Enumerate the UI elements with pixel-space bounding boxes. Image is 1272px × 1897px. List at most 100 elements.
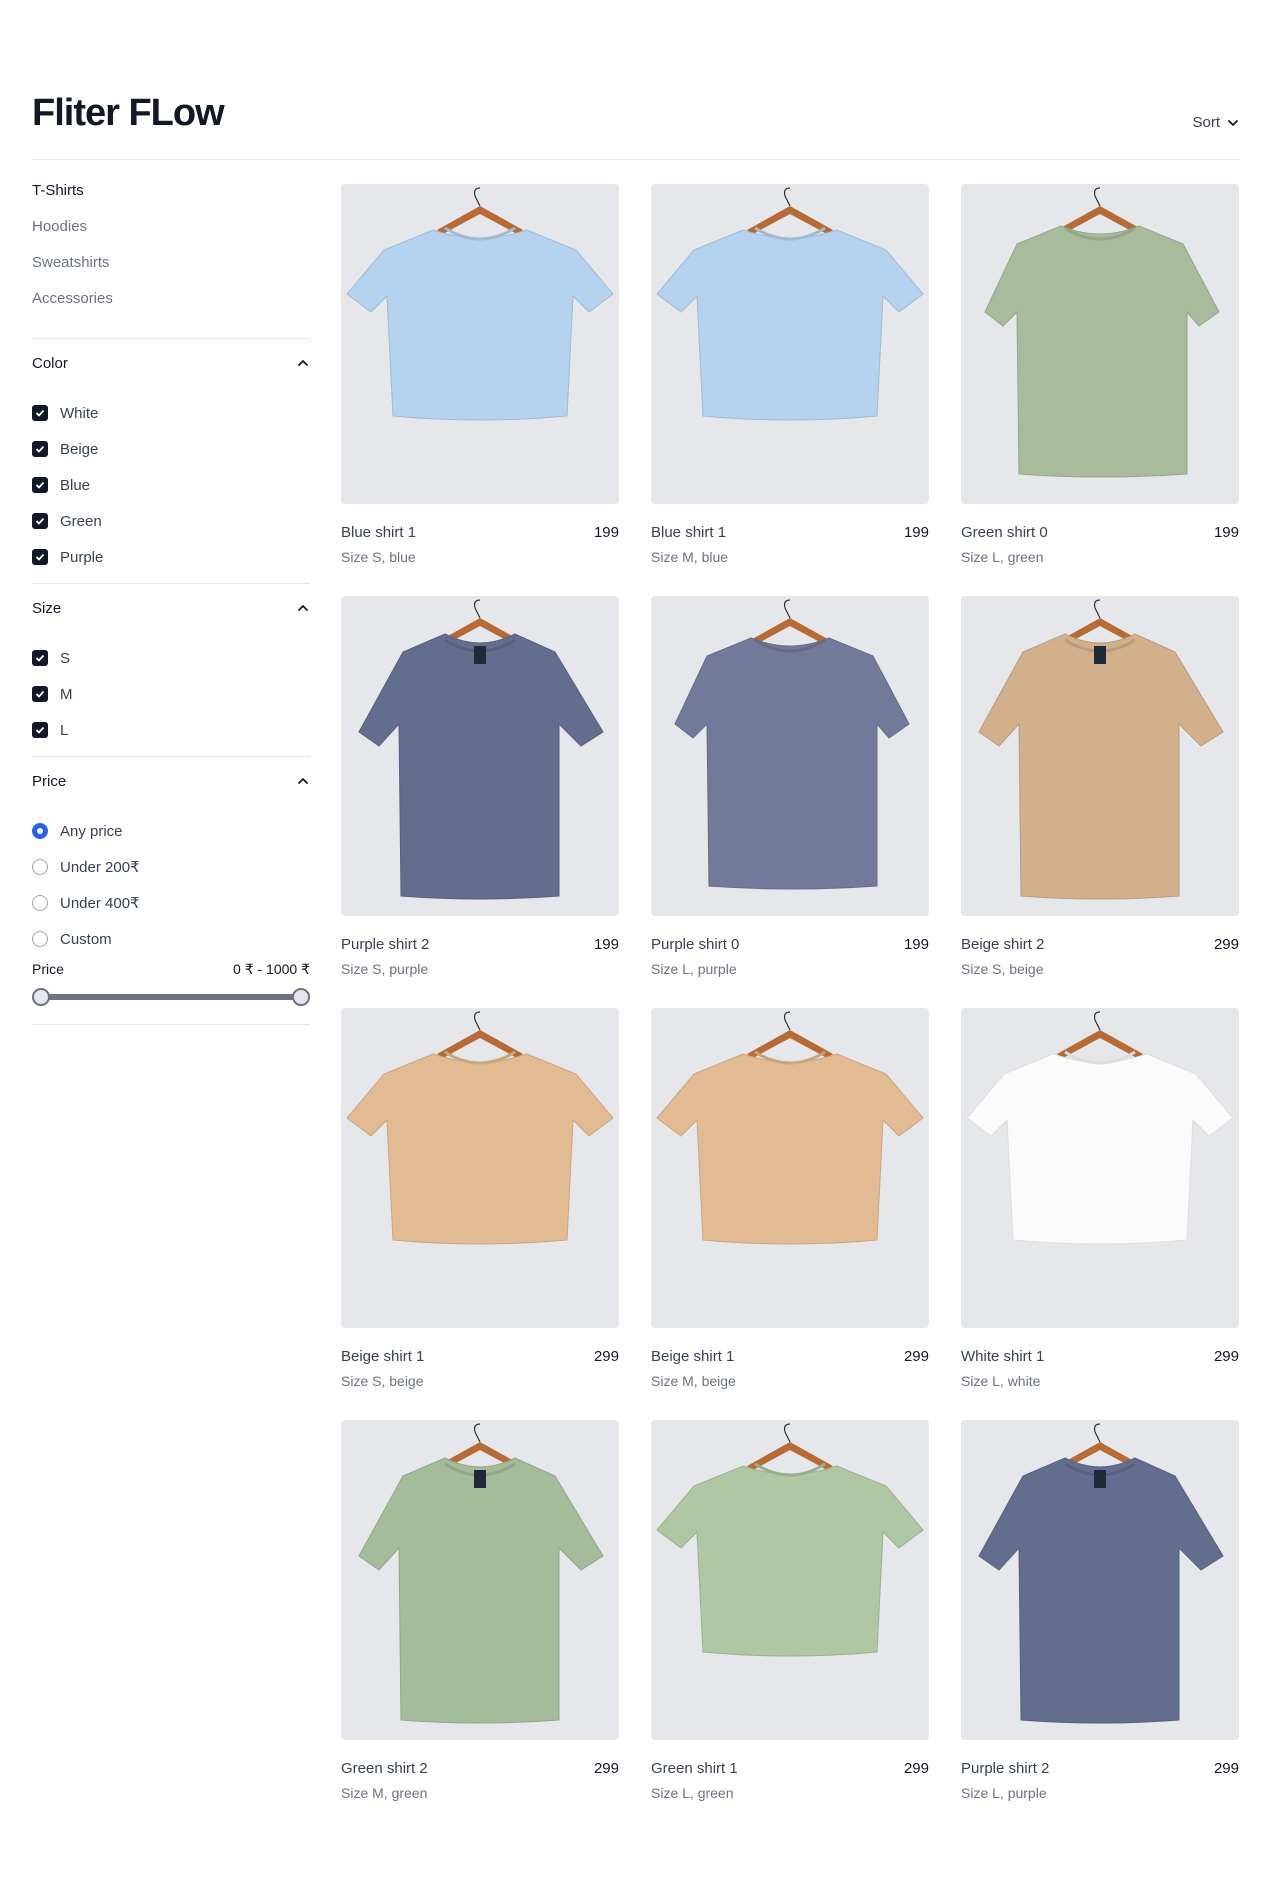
color-option-purple[interactable]: Purple (32, 539, 310, 575)
product-price: 299 (593, 1760, 619, 1777)
product-name[interactable]: Blue shirt 1 (341, 524, 416, 541)
size-option-m[interactable]: M (32, 676, 310, 712)
product-card[interactable]: Green shirt 0 199 Size L, green (961, 184, 1239, 565)
app-title: Fliter FLow (32, 92, 225, 134)
product-price: 299 (593, 1348, 619, 1365)
checkbox-checked-icon[interactable] (32, 405, 48, 421)
product-card[interactable]: White shirt 1 299 Size L, white (961, 1008, 1239, 1389)
product-name[interactable]: Purple shirt 2 (961, 1760, 1049, 1777)
product-image[interactable] (651, 184, 929, 504)
color-option-green[interactable]: Green (32, 503, 310, 539)
checkbox-checked-icon[interactable] (32, 686, 48, 702)
product-price: 199 (903, 936, 929, 953)
product-card[interactable]: Purple shirt 2 299 Size L, purple (961, 1420, 1239, 1801)
product-image[interactable] (961, 1420, 1239, 1740)
product-price: 199 (593, 936, 619, 953)
product-description: Size S, purple (341, 961, 429, 977)
product-image[interactable] (651, 596, 929, 916)
product-name[interactable]: Blue shirt 1 (651, 524, 726, 541)
color-option-beige[interactable]: Beige (32, 431, 310, 467)
chevron-up-icon (298, 605, 308, 611)
category-list: T-Shirts Hoodies Sweatshirts Accessories (32, 182, 310, 339)
product-image[interactable] (961, 1008, 1239, 1328)
option-label: Beige (60, 440, 99, 458)
size-option-l[interactable]: L (32, 712, 310, 748)
product-price: 199 (1213, 524, 1239, 541)
chevron-up-icon (298, 360, 308, 366)
slider-min-handle[interactable] (32, 988, 50, 1006)
sort-label: Sort (1192, 114, 1220, 131)
price-option-any[interactable]: Any price (32, 813, 310, 849)
size-filter-title: Size (32, 599, 62, 617)
product-card[interactable]: Beige shirt 1 299 Size M, beige (651, 1008, 929, 1389)
category-accessories[interactable]: Accessories (32, 290, 310, 326)
option-label: Custom (60, 930, 112, 948)
checkbox-checked-icon[interactable] (32, 441, 48, 457)
price-range-label: Price (32, 961, 64, 977)
category-hoodies[interactable]: Hoodies (32, 218, 310, 254)
product-card[interactable]: Beige shirt 1 299 Size S, beige (341, 1008, 619, 1389)
product-image[interactable] (341, 1420, 619, 1740)
product-image[interactable] (961, 596, 1239, 916)
product-name[interactable]: White shirt 1 (961, 1348, 1044, 1365)
product-image[interactable] (341, 184, 619, 504)
product-price: 299 (1213, 936, 1239, 953)
option-label: Under 200₹ (60, 859, 140, 876)
header: Fliter FLow Sort (32, 92, 1240, 160)
size-filter-toggle[interactable]: Size (32, 584, 310, 632)
product-name[interactable]: Green shirt 2 (341, 1760, 428, 1777)
price-option-custom[interactable]: Custom (32, 921, 310, 957)
product-name[interactable]: Beige shirt 1 (341, 1348, 424, 1365)
category-tshirts[interactable]: T-Shirts (32, 182, 310, 218)
product-name[interactable]: Purple shirt 0 (651, 936, 739, 953)
radio-selected-icon[interactable] (32, 823, 48, 839)
color-option-blue[interactable]: Blue (32, 467, 310, 503)
product-image[interactable] (651, 1420, 929, 1740)
slider-max-handle[interactable] (292, 988, 310, 1006)
color-option-white[interactable]: White (32, 395, 310, 431)
product-card[interactable]: Purple shirt 0 199 Size L, purple (651, 596, 929, 977)
chevron-up-icon (298, 778, 308, 784)
product-description: Size M, beige (651, 1373, 736, 1389)
option-label: M (60, 685, 73, 703)
product-card[interactable]: Purple shirt 2 199 Size S, purple (341, 596, 619, 977)
product-image[interactable] (341, 596, 619, 916)
option-label: S (60, 649, 71, 667)
product-image[interactable] (961, 184, 1239, 504)
checkbox-checked-icon[interactable] (32, 549, 48, 565)
checkbox-checked-icon[interactable] (32, 650, 48, 666)
option-label: White (60, 404, 99, 422)
product-name[interactable]: Green shirt 1 (651, 1760, 738, 1777)
price-filter-toggle[interactable]: Price (32, 757, 310, 805)
checkbox-checked-icon[interactable] (32, 477, 48, 493)
sort-dropdown[interactable]: Sort (1192, 114, 1240, 131)
radio-icon[interactable] (32, 931, 48, 947)
product-card[interactable]: Green shirt 1 299 Size L, green (651, 1420, 929, 1801)
category-sweatshirts[interactable]: Sweatshirts (32, 254, 310, 290)
color-filter-title: Color (32, 354, 68, 372)
product-description: Size S, blue (341, 549, 416, 565)
product-card[interactable]: Blue shirt 1 199 Size M, blue (651, 184, 929, 565)
checkbox-checked-icon[interactable] (32, 722, 48, 738)
product-card[interactable]: Blue shirt 1 199 Size S, blue (341, 184, 619, 565)
product-image[interactable] (341, 1008, 619, 1328)
color-filter-toggle[interactable]: Color (32, 339, 310, 387)
product-name[interactable]: Purple shirt 2 (341, 936, 429, 953)
product-image[interactable] (651, 1008, 929, 1328)
product-name[interactable]: Green shirt 0 (961, 524, 1048, 541)
product-name[interactable]: Beige shirt 2 (961, 936, 1044, 953)
product-name[interactable]: Beige shirt 1 (651, 1348, 734, 1365)
radio-icon[interactable] (32, 895, 48, 911)
product-card[interactable]: Green shirt 2 299 Size M, green (341, 1420, 619, 1801)
price-option-under-200[interactable]: Under 200₹ (32, 849, 310, 885)
product-description: Size M, blue (651, 549, 729, 565)
radio-icon[interactable] (32, 859, 48, 875)
price-range-slider[interactable] (32, 984, 310, 1008)
product-card[interactable]: Beige shirt 2 299 Size S, beige (961, 596, 1239, 977)
price-filter-title: Price (32, 772, 67, 790)
product-price: 299 (903, 1348, 929, 1365)
checkbox-checked-icon[interactable] (32, 513, 48, 529)
price-option-under-400[interactable]: Under 400₹ (32, 885, 310, 921)
size-option-s[interactable]: S (32, 640, 310, 676)
product-price: 299 (1213, 1348, 1239, 1365)
